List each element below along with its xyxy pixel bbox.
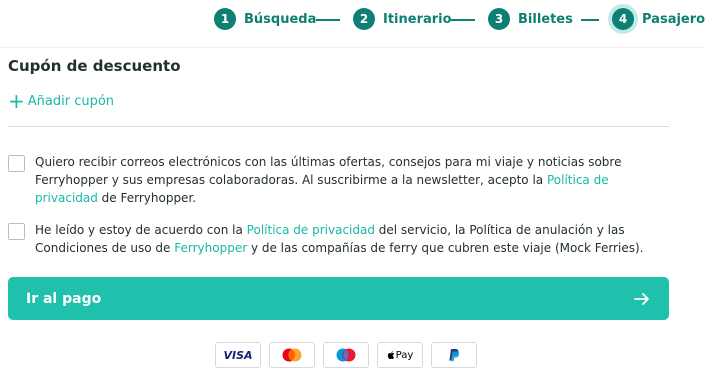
newsletter-text-end: de Ferryhopper.: [97, 191, 197, 205]
step-connector: [451, 19, 475, 21]
checkout-stepper: 1 Búsqueda 2 Itinerario 3 Billetes 4 Pas…: [0, 0, 705, 48]
section-divider: [8, 126, 669, 127]
step-connector: [316, 19, 340, 21]
step-label: Itinerario: [383, 11, 452, 27]
step-number: 3: [488, 8, 510, 30]
step-number: 4: [612, 8, 634, 30]
add-coupon-button[interactable]: + Añadir cupón: [8, 91, 114, 111]
newsletter-consent-text: Quiero recibir correos electrónicos con …: [35, 153, 665, 207]
terms-text-end: y de las compañías de ferry que cubren e…: [247, 241, 644, 255]
visa-logo: VISA: [215, 342, 261, 368]
step-label: Pasajeros: [642, 11, 705, 27]
payment-methods: VISA Pay: [215, 342, 477, 368]
mastercard-icon: [269, 342, 315, 368]
newsletter-text: Quiero recibir correos electrónicos con …: [35, 155, 622, 187]
step-label: Búsqueda: [244, 11, 317, 27]
go-to-payment-button[interactable]: Ir al pago: [8, 277, 669, 320]
apple-icon: [387, 351, 394, 360]
step-billetes[interactable]: 3 Billetes: [488, 8, 573, 30]
ferryhopper-link[interactable]: Ferryhopper: [174, 241, 247, 255]
apple-pay-text: Pay: [395, 349, 414, 361]
apple-pay-logo: Pay: [377, 342, 423, 368]
terms-checkbox[interactable]: [8, 223, 25, 240]
maestro-icon: [323, 342, 369, 368]
step-pasajeros: 4 Pasajeros: [612, 8, 705, 30]
step-label: Billetes: [518, 11, 573, 27]
step-number: 2: [353, 8, 375, 30]
visa-text: VISA: [223, 348, 253, 362]
step-number: 1: [214, 8, 236, 30]
step-connector: [581, 19, 599, 21]
coupon-title: Cupón de descuento: [8, 57, 181, 75]
step-busqueda[interactable]: 1 Búsqueda: [214, 8, 316, 30]
go-to-payment-label: Ir al pago: [26, 290, 102, 307]
privacy-policy-link[interactable]: Política de privacidad: [247, 223, 375, 237]
terms-text: He leído y estoy de acuerdo con la: [35, 223, 247, 237]
newsletter-checkbox[interactable]: [8, 155, 25, 172]
plus-icon: +: [8, 89, 25, 113]
arrow-right-icon: [634, 292, 649, 305]
terms-consent-text: He leído y estoy de acuerdo con la Polít…: [35, 221, 665, 257]
add-coupon-label: Añadir cupón: [27, 93, 115, 109]
paypal-icon: [431, 342, 477, 368]
step-itinerario[interactable]: 2 Itinerario: [353, 8, 452, 30]
